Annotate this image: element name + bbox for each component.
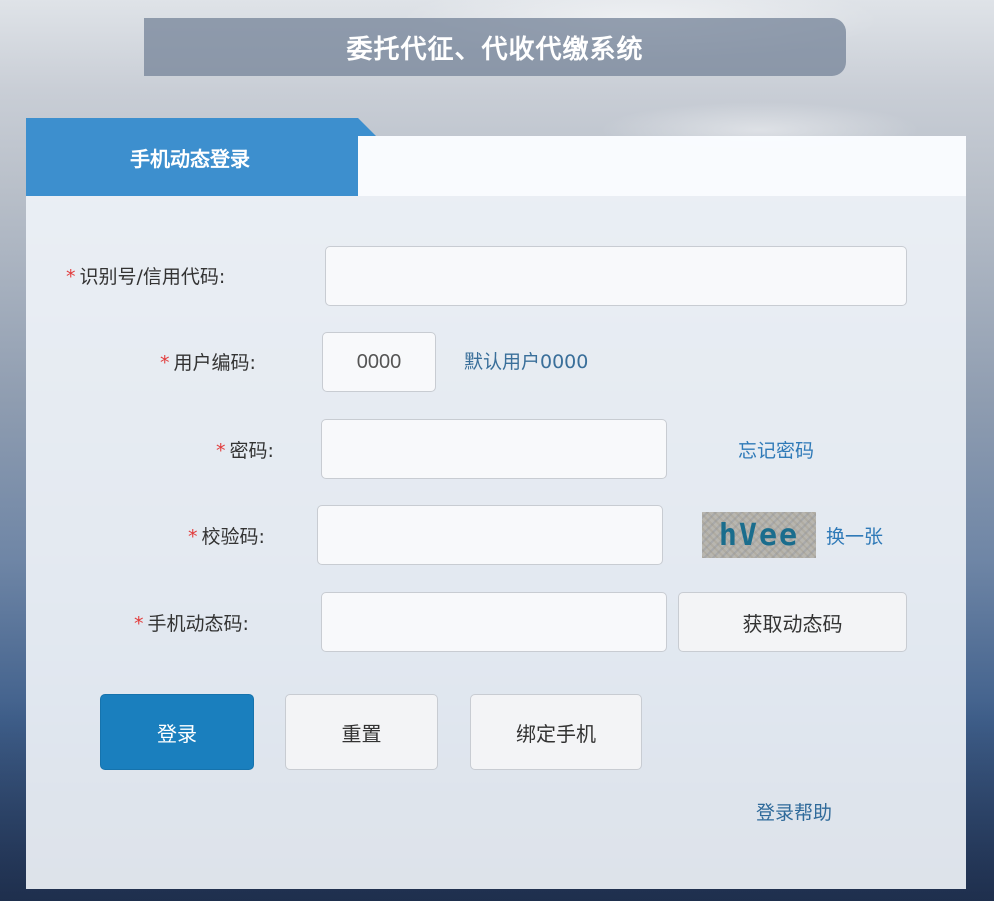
- captcha-label: * 校验码:: [188, 526, 265, 548]
- sms-code-label: * 手机动态码:: [134, 613, 249, 635]
- captcha-image[interactable]: hVee: [702, 512, 816, 558]
- login-button[interactable]: 登录: [100, 694, 254, 770]
- login-help-link[interactable]: 登录帮助: [756, 798, 832, 825]
- get-sms-code-button[interactable]: 获取动态码: [678, 592, 907, 652]
- captcha-input[interactable]: [317, 505, 663, 565]
- user-code-hint: 默认用户0000: [464, 351, 589, 373]
- tab-corner: [358, 118, 376, 136]
- tab-phone-dynamic-login[interactable]: 手机动态登录: [26, 118, 358, 196]
- page-title: 委托代征、代收代缴系统: [144, 18, 846, 76]
- taxpayer-id-input[interactable]: [325, 246, 907, 306]
- taxpayer-id-label: * 识别号/信用代码:: [66, 266, 226, 288]
- reset-button[interactable]: 重置: [285, 694, 438, 770]
- password-label: * 密码:: [216, 440, 274, 462]
- user-code-label: * 用户编码:: [160, 352, 256, 374]
- sms-code-input[interactable]: [321, 592, 667, 652]
- forgot-password-link[interactable]: 忘记密码: [738, 436, 814, 463]
- refresh-captcha-link[interactable]: 换一张: [826, 522, 883, 549]
- tab-bar: [358, 136, 966, 196]
- user-code-input[interactable]: [322, 332, 436, 392]
- login-panel: 手机动态登录: [26, 118, 966, 889]
- password-input[interactable]: [321, 419, 667, 479]
- bind-phone-button[interactable]: 绑定手机: [470, 694, 642, 770]
